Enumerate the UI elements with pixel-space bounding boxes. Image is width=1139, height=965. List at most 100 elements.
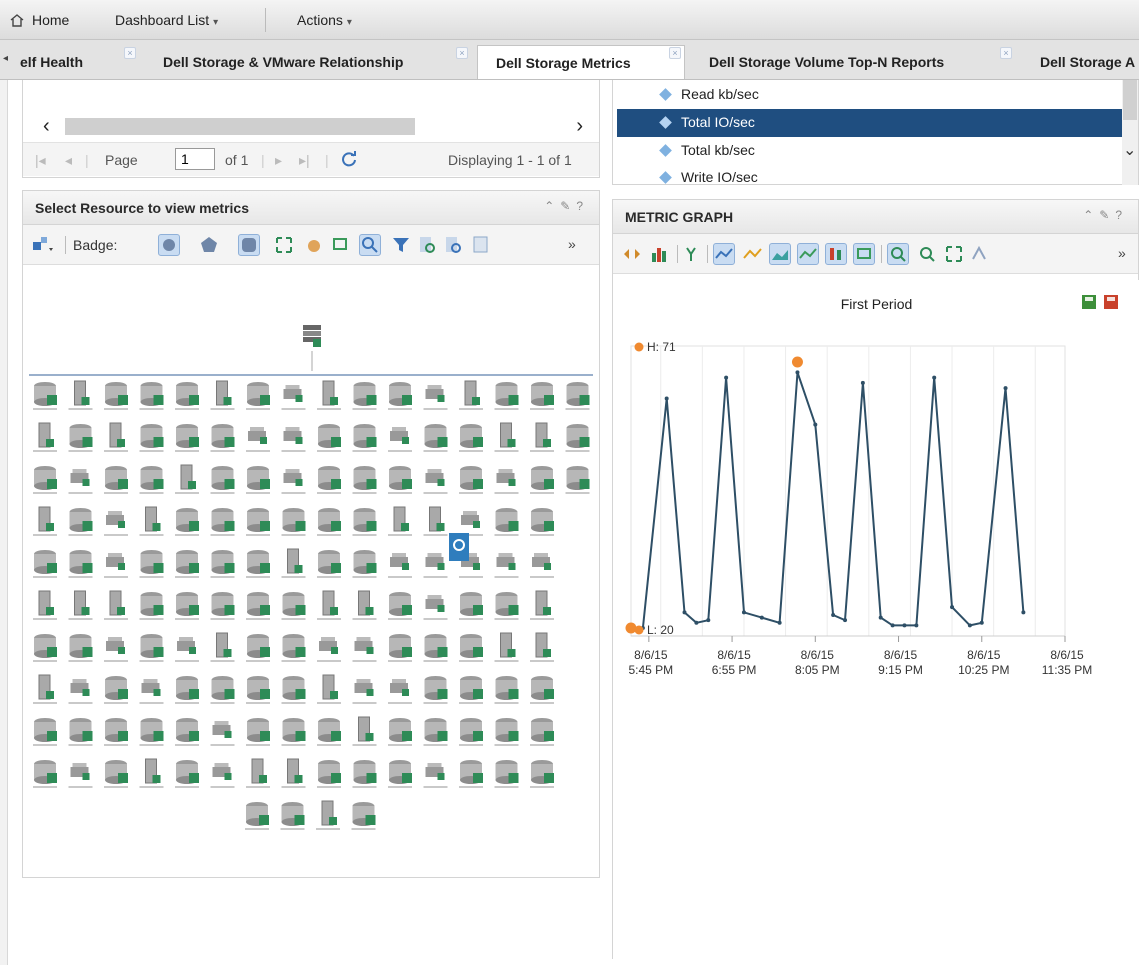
dynamic-threshold-button[interactable] bbox=[797, 243, 819, 265]
data-point bbox=[932, 375, 937, 380]
collapse-icon[interactable]: ⌃ bbox=[544, 199, 560, 213]
resource-node bbox=[281, 385, 306, 410]
resource-list-panel: ‹ › |◂ ◂ | Page of 1 | ▸ ▸| | Displaying… bbox=[22, 80, 600, 178]
edit-icon[interactable]: ✎ bbox=[560, 199, 576, 213]
tab-storage-vmware-relationship[interactable]: Dell Storage & VMware Relationship bbox=[163, 45, 403, 79]
scrollbar-thumb[interactable] bbox=[65, 118, 415, 135]
metric-icon bbox=[659, 116, 672, 129]
scroll-right-icon[interactable]: › bbox=[576, 115, 583, 138]
resource-node bbox=[351, 802, 376, 830]
vertical-scrollbar[interactable]: ⌄ bbox=[1122, 80, 1138, 185]
fit-to-window-icon[interactable] bbox=[273, 234, 295, 256]
annotation-icon[interactable] bbox=[969, 243, 991, 265]
bar-chart-icon[interactable] bbox=[649, 243, 671, 265]
tab-volume-top-n-reports[interactable]: Dell Storage Volume Top-N Reports bbox=[709, 45, 945, 79]
last-page-icon[interactable]: ▸| bbox=[299, 152, 310, 169]
magnifier-icon bbox=[362, 237, 378, 253]
resource-node bbox=[104, 553, 128, 578]
metric-tree-panel: Read kb/sec Total IO/sec Total kb/sec Wr… bbox=[612, 80, 1139, 185]
zoom-view-button[interactable] bbox=[853, 243, 875, 265]
resource-node bbox=[210, 592, 235, 620]
tab-self-health[interactable]: elf Health bbox=[20, 45, 83, 79]
scroll-left-icon[interactable]: ‹ bbox=[43, 115, 50, 138]
dashboard-list-menu[interactable]: Dashboard List ▾ bbox=[115, 0, 218, 40]
close-icon[interactable]: × bbox=[456, 47, 468, 59]
badge-efficiency-button[interactable] bbox=[238, 234, 260, 256]
close-icon[interactable]: × bbox=[669, 47, 681, 59]
zoom-out-icon[interactable] bbox=[442, 234, 464, 256]
more-tools-icon[interactable]: » bbox=[568, 236, 576, 252]
resource-node bbox=[210, 424, 235, 452]
layout-menu-icon[interactable] bbox=[31, 234, 53, 256]
chevron-down-icon[interactable]: ⌄ bbox=[1123, 140, 1136, 160]
horizontal-scrollbar[interactable]: ‹ › bbox=[43, 115, 583, 138]
previous-page-icon[interactable]: ◂ bbox=[65, 152, 72, 169]
scrollbar-thumb[interactable] bbox=[1123, 80, 1137, 120]
metric-item-read-kb-sec[interactable]: Read kb/sec bbox=[617, 81, 1123, 109]
metric-item-total-io-sec[interactable]: Total IO/sec bbox=[617, 109, 1123, 137]
metric-item-write-io-sec[interactable]: Write IO/sec bbox=[617, 164, 1123, 192]
help-icon[interactable]: ? bbox=[576, 199, 589, 213]
resource-node bbox=[104, 511, 128, 536]
resource-node bbox=[104, 760, 128, 788]
line-chart-button[interactable] bbox=[713, 243, 735, 265]
page-number-input[interactable] bbox=[175, 148, 215, 170]
resource-node bbox=[317, 718, 341, 746]
zoom-icon[interactable] bbox=[330, 234, 352, 256]
resource-node bbox=[530, 553, 554, 578]
filter-icon[interactable] bbox=[390, 234, 412, 256]
refresh-icon[interactable] bbox=[341, 151, 357, 167]
resource-node bbox=[104, 676, 128, 704]
trend-icon[interactable] bbox=[741, 243, 763, 265]
resource-node bbox=[139, 679, 164, 704]
tab-storage-metrics[interactable]: Dell Storage Metrics bbox=[477, 45, 685, 79]
close-icon[interactable]: × bbox=[1000, 47, 1012, 59]
resource-node bbox=[352, 760, 377, 788]
stacked-chart-button[interactable] bbox=[769, 243, 791, 265]
panel-tools: ⌃✎? bbox=[544, 199, 589, 213]
zoom-in-button[interactable] bbox=[887, 243, 909, 265]
graph-toolbar: » bbox=[613, 234, 1138, 274]
resource-node bbox=[423, 718, 448, 746]
resource-node bbox=[139, 634, 164, 662]
resource-node bbox=[246, 550, 270, 578]
sync-icon[interactable] bbox=[621, 243, 643, 265]
resource-node bbox=[317, 466, 341, 494]
actions-menu[interactable]: Actions ▾ bbox=[297, 0, 352, 40]
fit-to-window-icon[interactable] bbox=[943, 243, 965, 265]
export-icon[interactable] bbox=[470, 234, 492, 256]
first-page-icon[interactable]: |◂ bbox=[35, 152, 46, 169]
y-axis-icon[interactable] bbox=[681, 243, 703, 265]
left-edge bbox=[0, 80, 8, 965]
resource-node bbox=[459, 634, 483, 662]
line-chart[interactable]: 8/6/155:45 PM8/6/156:55 PM8/6/158:05 PM8… bbox=[613, 280, 1139, 960]
home-link[interactable]: Home bbox=[10, 0, 69, 40]
zoom-in-icon[interactable] bbox=[416, 234, 438, 256]
anomalies-button[interactable] bbox=[825, 243, 847, 265]
pan-icon[interactable] bbox=[303, 234, 325, 256]
data-point bbox=[694, 620, 699, 625]
help-icon[interactable]: ? bbox=[1115, 208, 1128, 222]
topology-graph[interactable] bbox=[27, 271, 595, 871]
more-tools-icon[interactable]: » bbox=[1118, 245, 1126, 261]
tab-scroll-left-icon[interactable]: ◂ bbox=[3, 53, 8, 64]
resource-node bbox=[530, 382, 554, 410]
select-mode-button[interactable] bbox=[359, 234, 381, 256]
resource-node bbox=[423, 506, 448, 536]
resource-node bbox=[175, 550, 199, 578]
tab-storage-more[interactable]: Dell Storage A bbox=[1040, 45, 1135, 79]
close-icon[interactable]: × bbox=[124, 47, 136, 59]
collapse-icon[interactable]: ⌃ bbox=[1083, 208, 1099, 222]
metric-item-total-kb-sec[interactable]: Total kb/sec bbox=[617, 137, 1123, 165]
resource-node bbox=[281, 718, 306, 746]
tab-label: Dell Storage Volume Top-N Reports bbox=[709, 54, 945, 70]
resource-node bbox=[281, 676, 306, 704]
edit-icon[interactable]: ✎ bbox=[1099, 208, 1115, 222]
zoom-out-icon[interactable] bbox=[916, 243, 938, 265]
badge-risk-button[interactable] bbox=[198, 234, 220, 256]
data-point bbox=[724, 375, 729, 380]
badge-health-button[interactable] bbox=[158, 234, 180, 256]
next-page-icon[interactable]: ▸ bbox=[275, 152, 282, 169]
line-chart-icon bbox=[715, 248, 733, 259]
resource-node bbox=[33, 382, 57, 410]
